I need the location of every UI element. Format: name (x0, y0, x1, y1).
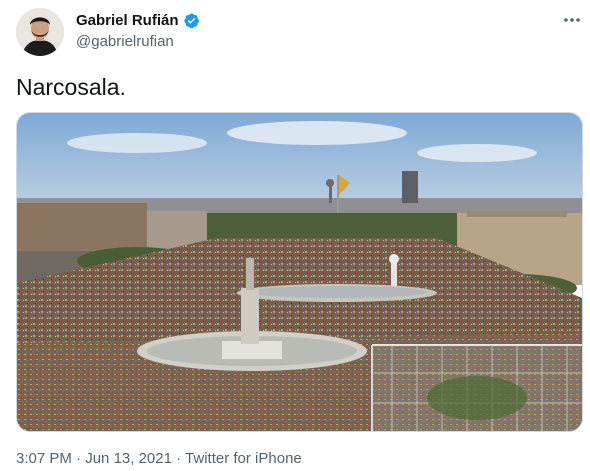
avatar[interactable] (16, 8, 64, 56)
avatar-image (16, 8, 64, 56)
tweet-time[interactable]: 3:07 PM (16, 450, 72, 467)
meta-separator: · (76, 450, 82, 467)
crowd-photo-image (17, 113, 582, 431)
author-display-name[interactable]: Gabriel Rufián (76, 12, 179, 29)
verified-badge-icon (183, 12, 200, 29)
tweet-date[interactable]: Jun 13, 2021 (85, 450, 172, 467)
tweet-card: Gabriel Rufián @gabrielrufian Narcosala. (0, 0, 590, 471)
tweet-text: Narcosala. (16, 74, 126, 100)
author-name-row: Gabriel Rufián (76, 12, 200, 29)
author-handle[interactable]: @gabrielrufian (76, 33, 174, 50)
more-horizontal-icon[interactable] (560, 10, 584, 30)
tweet-source[interactable]: Twitter for iPhone (185, 450, 302, 467)
meta-separator: · (176, 450, 182, 467)
tweet-photo[interactable] (16, 112, 583, 432)
tweet-metadata: 3:07 PM · Jun 13, 2021 · Twitter for iPh… (16, 450, 302, 467)
